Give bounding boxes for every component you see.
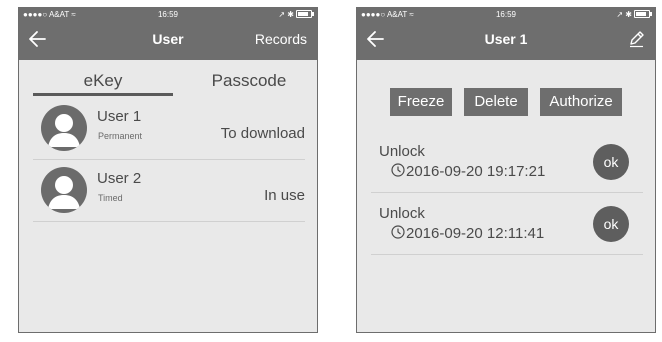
edit-pencil-icon[interactable] xyxy=(627,30,645,48)
status-bar: ●●●●○ A&AT ≈ 16:59 ↗ ✱ xyxy=(19,8,317,21)
freeze-button[interactable]: Freeze xyxy=(390,88,452,116)
authorize-button[interactable]: Authorize xyxy=(540,88,622,116)
location-bluetooth-icons: ↗ ✱ xyxy=(278,10,294,19)
record-event: Unlock xyxy=(379,143,425,160)
user-avatar-icon xyxy=(48,114,80,147)
ok-badge: ok xyxy=(593,206,629,242)
delete-button[interactable]: Delete xyxy=(464,88,528,116)
record-time: 2016-09-20 19:17:21 xyxy=(391,163,545,180)
page-title: User 1 xyxy=(484,31,528,47)
location-bluetooth-icons: ↗ ✱ xyxy=(616,10,632,19)
clock-icon xyxy=(391,163,405,177)
nav-bar: User Records xyxy=(19,21,317,60)
status-bar: ●●●●○ A&AT ≈ 16:59 ↗ ✱ xyxy=(357,8,655,21)
user-name: User 1 xyxy=(97,108,142,125)
record-list-item: Unlock 2016-09-20 19:17:21 ok xyxy=(371,130,643,193)
status-icons: ↗ ✱ xyxy=(616,8,652,21)
avatar xyxy=(41,167,87,213)
record-list-item: Unlock 2016-09-20 12:11:41 ok xyxy=(371,192,643,255)
nav-bar: User 1 xyxy=(357,21,655,60)
user-type: Timed xyxy=(98,193,123,203)
status-time: 16:59 xyxy=(157,10,179,19)
user-screen: ●●●●○ A&AT ≈ 16:59 ↗ ✱ User Records eKey… xyxy=(18,7,318,333)
user-detail-screen: ●●●●○ A&AT ≈ 16:59 ↗ ✱ User 1 Freeze Del… xyxy=(356,7,656,333)
avatar xyxy=(41,105,87,151)
tab-ekey[interactable]: eKey xyxy=(33,66,173,96)
records-link[interactable]: Records xyxy=(255,21,307,58)
user-status: In use xyxy=(264,187,305,204)
ok-badge: ok xyxy=(593,144,629,180)
battery-icon xyxy=(634,9,652,18)
user-avatar-icon xyxy=(48,176,80,209)
tab-passcode[interactable]: Passcode xyxy=(179,66,317,96)
record-time-text: 2016-09-20 12:11:41 xyxy=(406,225,545,242)
clock-icon xyxy=(391,225,405,239)
battery-icon xyxy=(296,9,314,18)
status-icons: ↗ ✱ xyxy=(278,8,314,21)
active-tab-indicator xyxy=(33,93,173,96)
user-list-item[interactable]: User 2 Timed In use xyxy=(33,159,305,222)
user-name: User 2 xyxy=(97,170,142,187)
user-type: Permanent xyxy=(98,131,143,141)
record-event: Unlock xyxy=(379,205,425,222)
status-time: 16:59 xyxy=(495,10,517,19)
record-time-text: 2016-09-20 19:17:21 xyxy=(406,163,546,180)
record-time: 2016-09-20 12:11:41 xyxy=(391,225,544,242)
user-list-item[interactable]: User 1 Permanent To download xyxy=(33,97,305,160)
